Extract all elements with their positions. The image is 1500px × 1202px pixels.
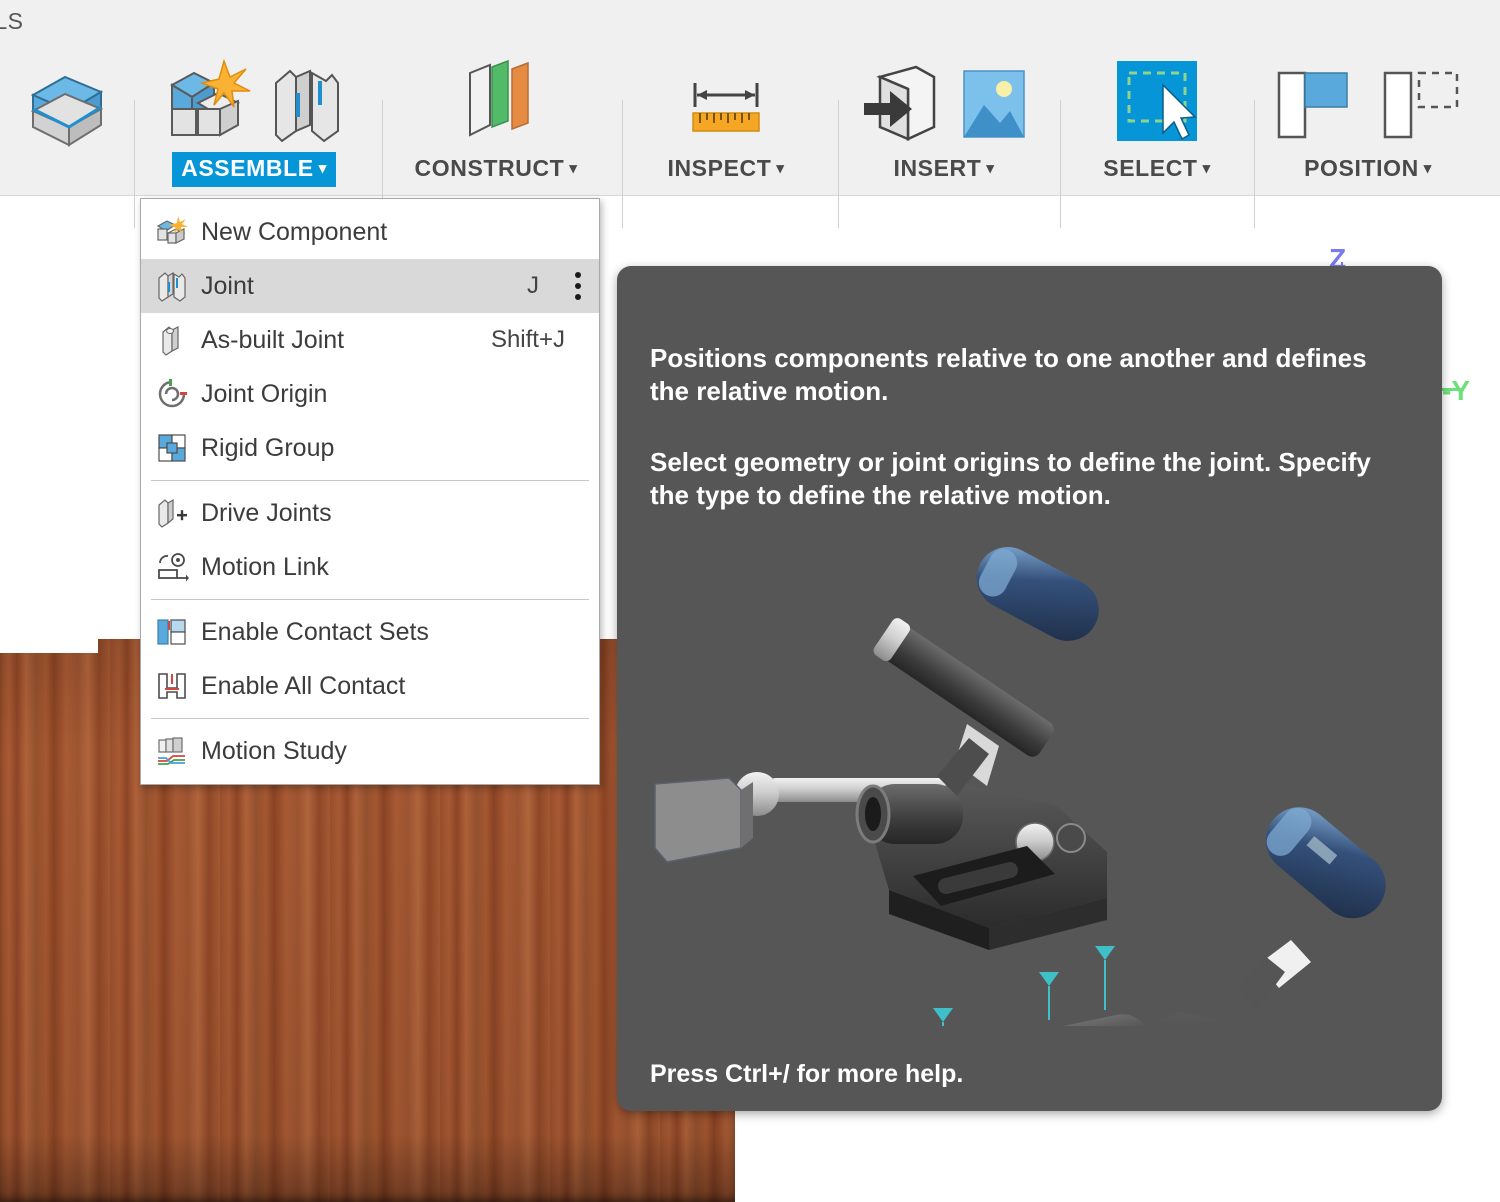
menu-item-label: Motion Study [201,736,347,765]
ribbon-group-assemble[interactable]: ASSEMBLE ▾ [146,44,362,196]
chevron-down-icon[interactable]: ▾ [1424,160,1432,177]
joint-icon[interactable] [266,59,346,152]
solid-body-icon[interactable] [21,61,107,152]
ribbon-group-insert-label[interactable]: INSERT ▾ [884,152,1003,187]
ribbon-group-assemble-label[interactable]: ASSEMBLE ▾ [172,152,336,187]
workbench-notch [0,639,98,653]
motion-link-icon [151,548,193,586]
tooltip-paragraph-2: Select geometry or joint origins to defi… [650,447,1371,511]
menu-item-drive-joints[interactable]: Drive Joints [141,486,599,540]
ribbon-group-insert[interactable]: INSERT ▾ [852,44,1036,196]
insert-mcmaster-icon[interactable] [858,59,944,152]
menu-item-label: Drive Joints [201,498,332,527]
menu-item-label: Joint [201,271,254,300]
menu-divider-3 [151,718,589,719]
ribbon-group-select[interactable]: SELECT ▾ [1074,44,1240,196]
overflow-menu-icon[interactable] [565,272,591,300]
menu-item-label: Joint Origin [201,379,328,408]
chevron-down-icon[interactable]: ▾ [1203,160,1211,177]
ribbon-group-solid[interactable] [16,44,112,196]
chevron-down-icon[interactable]: ▾ [986,160,994,177]
motion-study-icon [151,732,193,770]
ribbon-group-assemble-text: ASSEMBLE [181,155,314,181]
ribbon-separator-6 [1254,100,1255,228]
chevron-down-icon[interactable]: ▾ [569,160,577,177]
application-window: Z -Y OLS [0,0,1500,1202]
enable-contact-sets-icon [151,613,193,651]
menu-item-joint-origin[interactable]: Joint Origin [141,367,599,421]
ribbon-separator-1 [134,100,135,228]
ribbon-panel-row: ASSEMBLE ▾ CONSTRUCT ▾ INSPECT ▾ INSERT … [0,44,1500,228]
enable-all-contact-icon [151,667,193,705]
menu-item-label: Enable Contact Sets [201,617,429,646]
assemble-dropdown-menu[interactable]: New Component Joint J As-built Joint Shi… [140,198,600,785]
ribbon-tab-tools[interactable]: OLS [0,8,24,35]
rigid-group-icon [151,429,193,467]
ribbon-group-inspect[interactable]: INSPECT ▾ [640,44,812,196]
ribbon-tab-strip[interactable]: OLS [0,0,1500,44]
move-copy-icon[interactable] [1375,61,1467,152]
insert-image-icon[interactable] [958,59,1030,152]
tooltip-paragraph-1: Positions components relative to one ano… [650,343,1367,407]
menu-item-shortcut: Shift+J [490,326,565,353]
new-component-icon[interactable] [162,57,252,152]
select-window-icon[interactable] [1113,55,1201,152]
ribbon-group-select-text: SELECT [1103,155,1198,181]
ribbon-group-inspect-text: INSPECT [667,155,772,181]
menu-item-label: Rigid Group [201,433,335,462]
ribbon-group-position-label[interactable]: POSITION ▾ [1295,152,1441,187]
menu-item-label: Motion Link [201,552,329,581]
menu-item-shortcut: J [527,272,539,299]
joint-origin-icon [151,375,193,413]
ribbon-group-insert-text: INSERT [893,155,982,181]
menu-item-enable-contact-sets[interactable]: Enable Contact Sets [141,605,599,659]
ribbon-separator-5 [1060,100,1061,228]
menu-item-label: As-built Joint [201,325,345,354]
drive-joints-icon [151,494,193,532]
joint-icon [151,267,193,305]
ribbon-group-inspect-label[interactable]: INSPECT ▾ [658,152,793,187]
command-tooltip: Positions components relative to one ano… [617,266,1442,1111]
toggle-clamp-assembly-illustration [637,546,1422,1111]
menu-item-enable-all-contact[interactable]: Enable All Contact [141,659,599,713]
menu-divider-1 [151,480,589,481]
new-component-icon [151,213,193,251]
menu-item-motion-link[interactable]: Motion Link [141,540,599,594]
menu-item-label: New Component [201,217,388,246]
menu-item-as-built-joint[interactable]: As-built Joint Shift+J [141,313,599,367]
axis-y-label: -Y [1442,375,1470,406]
ribbon-group-position-text: POSITION [1304,155,1419,181]
menu-item-rigid-group[interactable]: Rigid Group [141,421,599,475]
ribbon-group-construct-text: CONSTRUCT [414,155,565,181]
as-built-joint-icon [151,321,193,359]
menu-item-motion-study[interactable]: Motion Study [141,724,599,778]
chevron-down-icon[interactable]: ▾ [776,160,784,177]
ribbon-group-position[interactable]: POSITION ▾ [1268,44,1468,196]
menu-item-label: Enable All Contact [201,671,406,700]
tooltip-footer-help: Press Ctrl+/ for more help. [650,1060,964,1088]
menu-item-new-component[interactable]: New Component [141,205,599,259]
measure-ruler-icon[interactable] [679,67,773,152]
chevron-down-icon[interactable]: ▾ [319,160,327,177]
ribbon-group-construct[interactable]: CONSTRUCT ▾ [396,44,596,196]
ribbon-separator-3 [622,100,623,228]
ribbon-group-construct-label[interactable]: CONSTRUCT ▾ [406,152,587,187]
ribbon-toolbar: OLS [0,0,1500,228]
menu-divider-2 [151,599,589,600]
ribbon-group-select-label[interactable]: SELECT ▾ [1094,152,1219,187]
offset-plane-icon[interactable] [446,59,546,152]
align-icon[interactable] [1269,61,1361,152]
menu-item-joint[interactable]: Joint J [141,259,599,313]
ribbon-separator-4 [838,100,839,228]
